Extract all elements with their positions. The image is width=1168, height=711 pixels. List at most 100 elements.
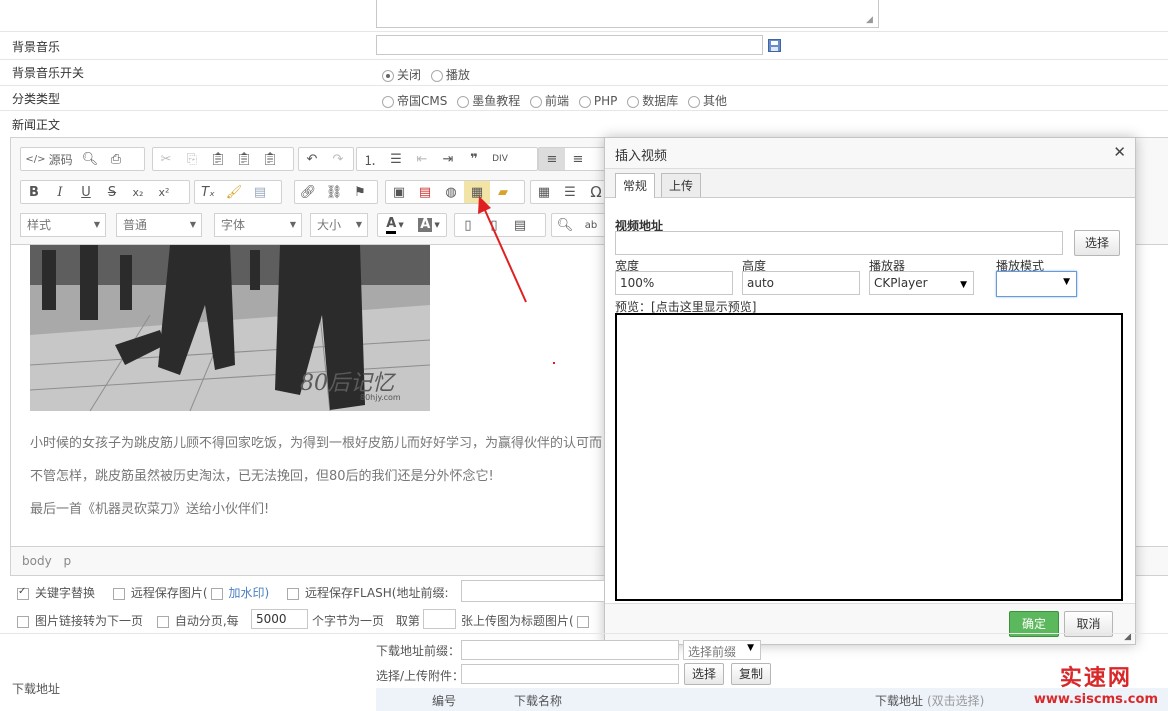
numbered-list-icon[interactable]: ⒈ [357,148,383,170]
upload-attach-input[interactable] [461,664,679,684]
remote-save-img-checkbox[interactable] [112,587,125,600]
category-option[interactable]: 墨鱼教程 [457,92,520,109]
tab-general[interactable]: 常规 [615,173,655,198]
category-radio[interactable] [688,95,701,108]
size-select[interactable]: 大小 ▼ [310,213,368,237]
category-radio[interactable] [530,95,543,108]
find-icon[interactable]: 🔍︎ [552,214,578,236]
category-option[interactable]: 前端 [530,92,569,109]
flash-icon[interactable]: ◍ [438,181,464,203]
unlink-icon[interactable]: ⛓ [321,181,347,203]
category-radio[interactable] [457,95,470,108]
bg-color-button[interactable]: A ▼ [412,214,446,236]
bg-music-input[interactable] [376,35,763,55]
template-icon[interactable]: ▤ [247,181,273,203]
chevron-down-icon: ▼ [434,221,440,229]
flash-prefix-input[interactable] [461,580,604,602]
play-mode-select[interactable]: ▼ [996,271,1077,297]
radio-off-circle[interactable] [382,69,394,82]
annotation-arrow [478,196,527,303]
category-option[interactable]: 帝国CMS [382,92,447,109]
outdent-icon[interactable]: ⇤ [409,148,435,170]
form-icon[interactable]: ▤ [412,181,438,203]
div-icon[interactable]: DIV [487,148,513,170]
remote-save-flash-checkbox[interactable] [287,587,300,600]
save-icon[interactable] [768,39,781,52]
bold-icon[interactable]: B [21,181,47,203]
radio-off[interactable]: 关闭 [382,66,421,83]
video-url-input[interactable] [615,231,1063,255]
underline-icon[interactable]: U [73,181,99,203]
choose-video-button[interactable]: 选择 [1074,230,1120,256]
link-icon[interactable]: 🔗︎ [295,181,321,203]
title-img-checkbox[interactable] [576,615,589,628]
cut-icon[interactable]: ✂ [153,148,179,170]
watermark-checkbox[interactable] [210,587,223,600]
remove-format-icon[interactable]: Tₓ [195,181,221,203]
page-size-input[interactable]: 5000 [251,609,308,629]
copy-button[interactable]: 复制 [731,663,771,685]
bulleted-list-icon[interactable]: ☰ [383,148,409,170]
tab-upload[interactable]: 上传 [661,173,701,197]
download-prefix-input[interactable] [461,640,679,660]
close-icon[interactable]: ✕ [1113,143,1126,161]
player-select[interactable]: CKPlayer ▼ [869,271,974,295]
dialog-titlebar[interactable]: 插入视频 ✕ [605,138,1135,169]
category-option[interactable]: 数据库 [627,92,678,109]
preview-label: 预览： [615,300,652,314]
copy-format-icon[interactable]: 🖌︎ [221,181,247,203]
category-radio[interactable] [578,95,591,108]
anchor-icon[interactable]: ⚑ [347,181,373,203]
radio-play[interactable]: 播放 [430,66,470,83]
category-option[interactable]: 其他 [688,92,727,109]
print-icon[interactable]: ⎙ [103,148,129,170]
align-left-icon[interactable]: ≡ [539,148,565,170]
dialog-tabs: 常规 上传 [605,169,1135,198]
horizontal-rule-icon[interactable]: ☰ [557,181,583,203]
title-img-index-input[interactable] [423,609,456,629]
format-select[interactable]: 普通 ▼ [116,213,202,237]
subscript-icon[interactable]: x₂ [125,181,151,203]
chars-per-page-label: 个字节为一页 [312,614,385,628]
source-button[interactable]: </> 源码 [21,148,77,170]
toolbar-group-clean: Tₓ 🖌︎ ▤ [194,180,282,204]
text-color-button[interactable]: A ▼ [378,214,412,236]
radio-play-circle[interactable] [430,69,443,82]
download-prefix-select[interactable]: 选择前缀 ▼ [683,640,761,660]
strike-icon[interactable]: S [99,181,125,203]
category-option[interactable]: PHP [578,94,617,108]
category-option-label: 数据库 [642,94,679,108]
blockquote-icon[interactable]: ❞ [461,148,487,170]
img-link-next-checkbox[interactable] [17,615,29,628]
replace-icon[interactable]: ab [578,214,604,236]
height-input[interactable]: auto [742,271,860,295]
category-radio[interactable] [627,95,640,108]
font-select[interactable]: 字体 ▼ [214,213,302,237]
undo-icon[interactable]: ↶ [299,148,325,170]
paste-icon[interactable]: 📋︎ [205,148,231,170]
content-paragraph: 最后一首《机器灵砍菜刀》送给小伙伴们! [30,502,270,517]
style-select[interactable]: 样式 ▼ [20,213,106,237]
paste-text-icon[interactable]: 📋︎ [231,148,257,170]
col-url-hint: (双击选择) [927,694,985,708]
preview-icon[interactable]: 🔍︎ [77,148,103,170]
status-path-body[interactable]: body [22,554,52,568]
preview-link[interactable]: [点击这里显示预览] [651,300,756,314]
resize-handle-icon[interactable]: ◢ [866,16,875,25]
category-radio[interactable] [382,95,394,108]
paste-word-icon[interactable]: 📋︎ [257,148,283,170]
width-input[interactable]: 100% [615,271,733,295]
summary-textarea[interactable] [376,0,879,28]
image-icon[interactable]: ▣ [386,181,412,203]
keyword-replace-checkbox[interactable] [17,586,29,600]
auto-page-checkbox[interactable] [156,615,169,628]
superscript-icon[interactable]: x² [151,181,177,203]
chevron-down-icon: ▼ [289,220,296,229]
italic-icon[interactable]: I [47,181,73,203]
indent-icon[interactable]: ⇥ [435,148,461,170]
redo-icon[interactable]: ↷ [325,148,351,170]
choose-attach-button[interactable]: 选择 [684,663,724,685]
copy-icon[interactable]: ⎘ [179,148,205,170]
status-path-p[interactable]: p [64,554,72,568]
align-center-icon[interactable]: ≡ [565,148,591,170]
